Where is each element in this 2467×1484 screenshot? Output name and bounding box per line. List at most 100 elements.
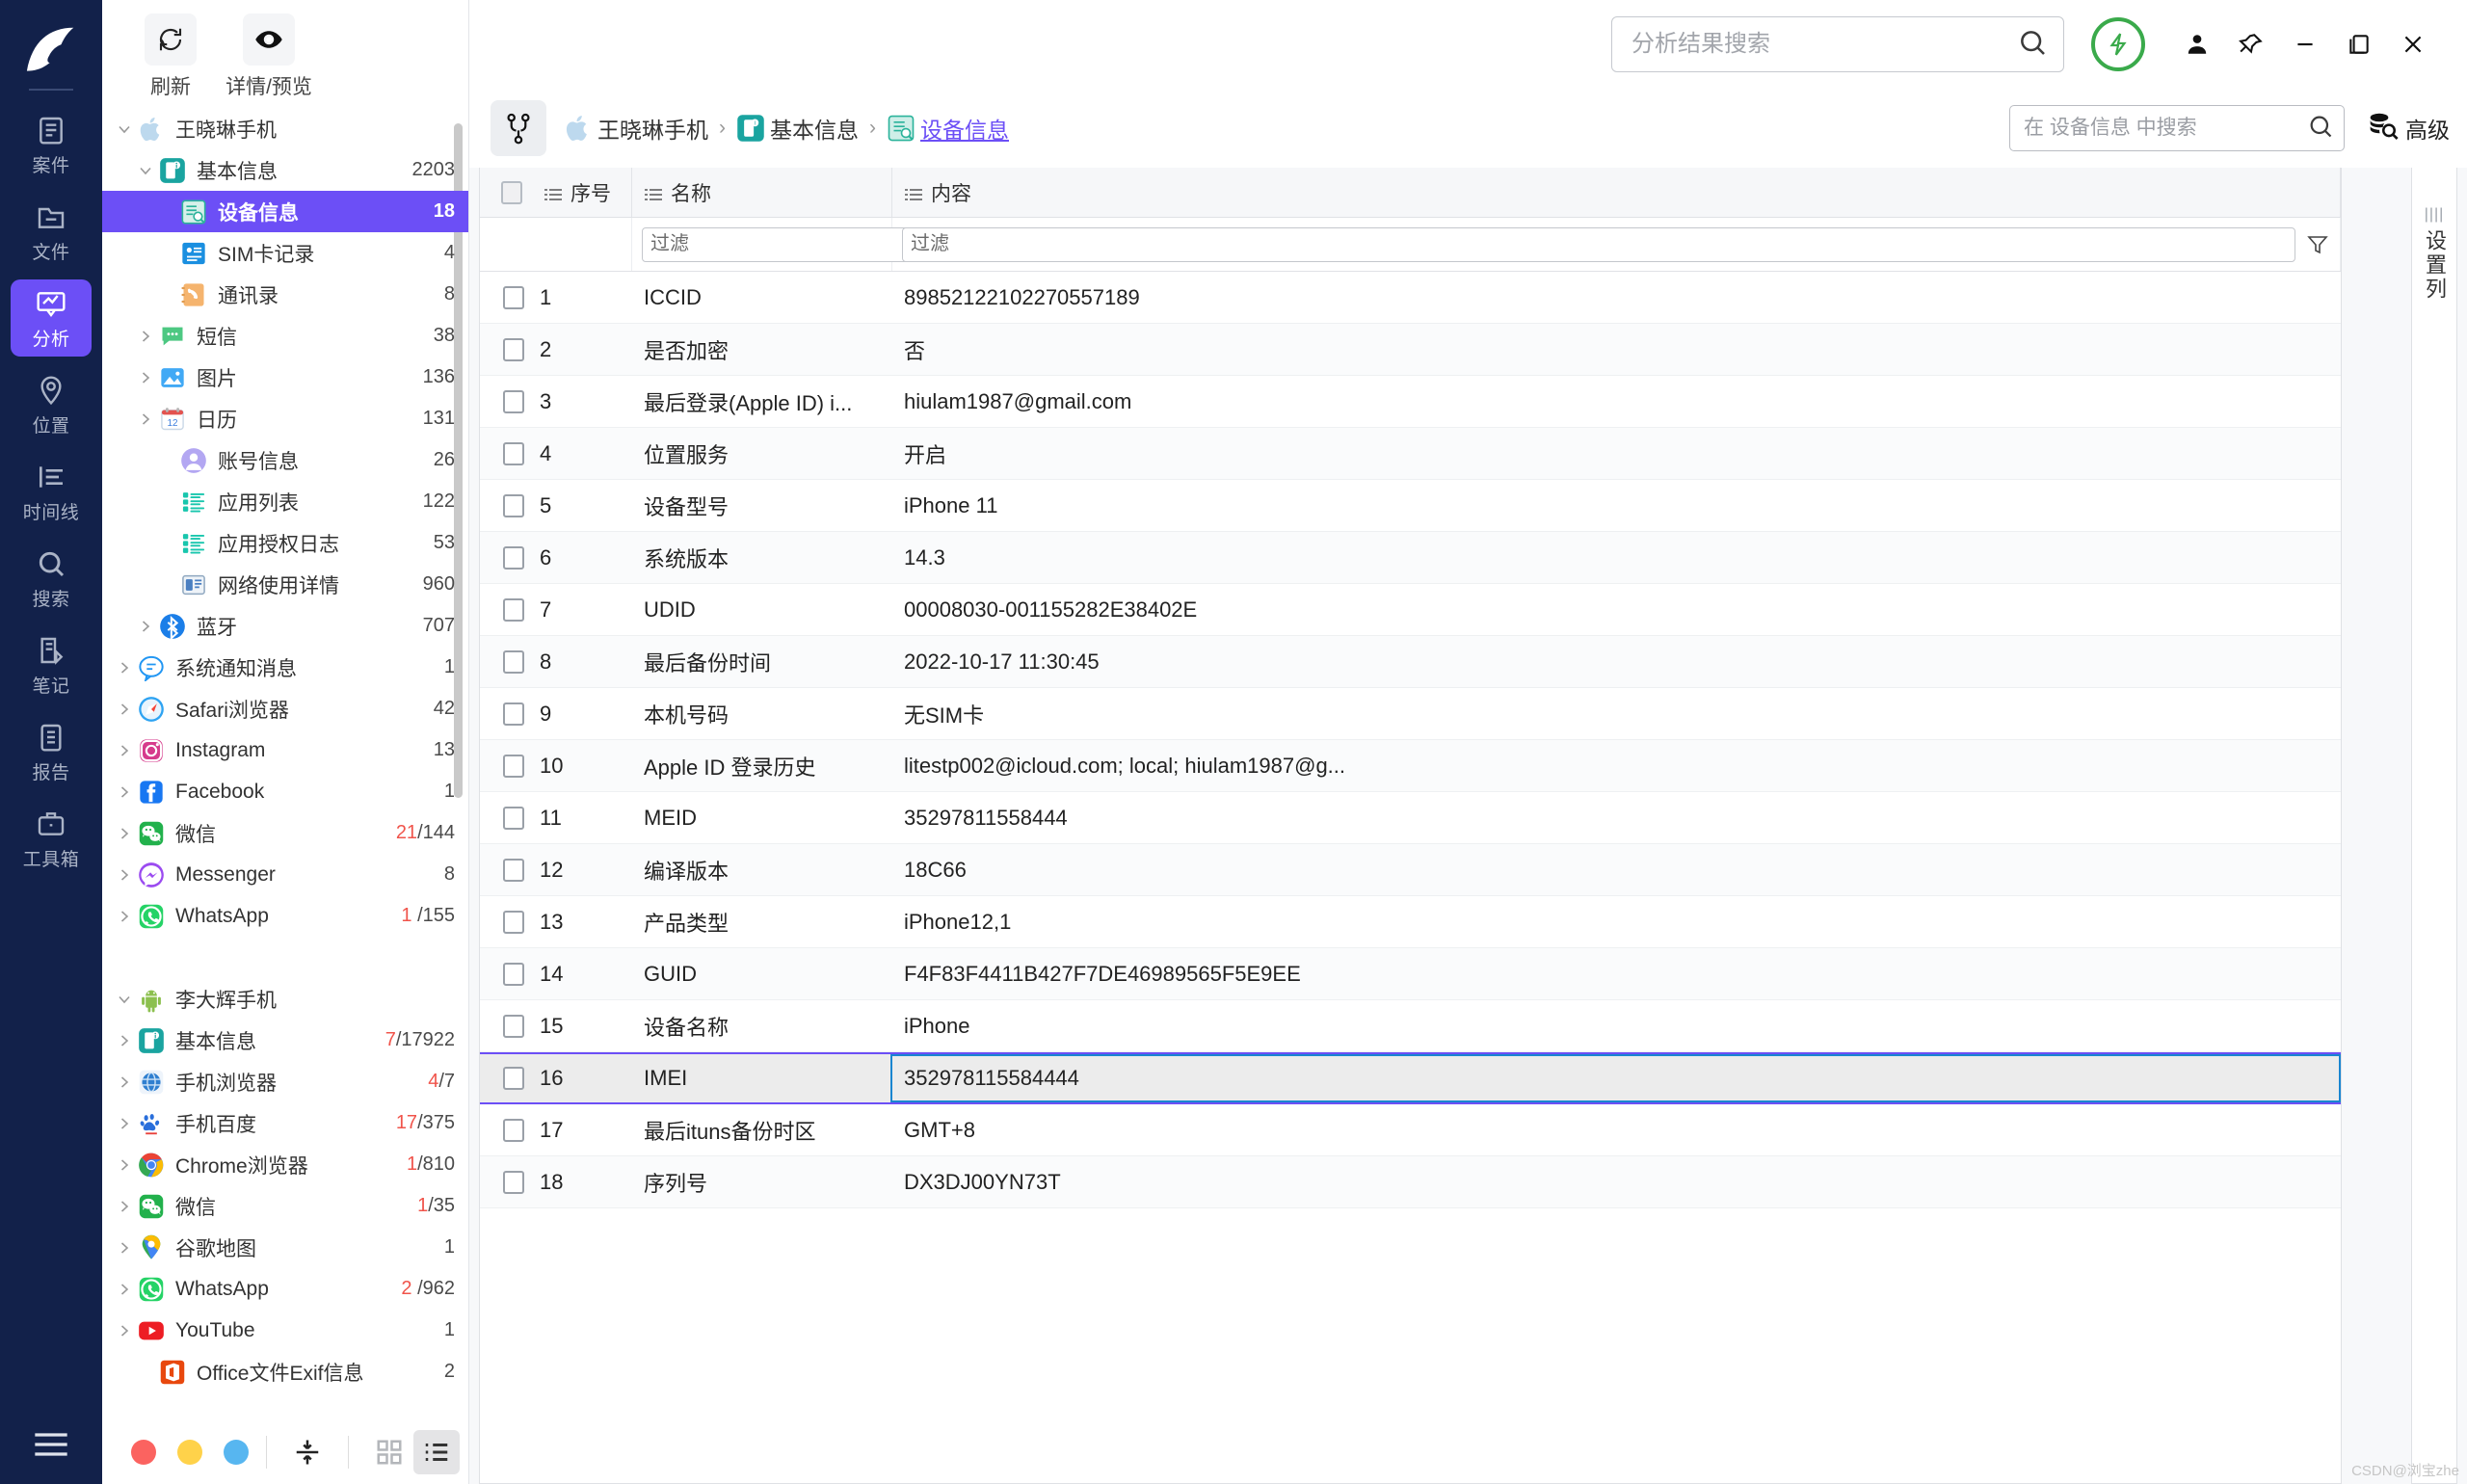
tree-item[interactable]: 谷歌地图1 (102, 1227, 468, 1268)
license-status-badge[interactable] (2091, 17, 2145, 71)
chevron-right-icon[interactable] (133, 619, 158, 634)
breadcrumb-item-0[interactable]: 王晓琳手机 (564, 112, 708, 145)
tree-item[interactable]: Safari浏览器42 (102, 688, 468, 729)
chevron-right-icon[interactable] (112, 1323, 137, 1338)
tree-item[interactable]: Instagram13 (102, 729, 468, 771)
tree-item[interactable]: 王晓琳手机 (102, 108, 468, 149)
chevron-right-icon[interactable] (112, 1199, 137, 1214)
row-value[interactable]: 开启 (892, 438, 2341, 469)
column-header-seq[interactable]: 序号 (532, 168, 632, 217)
tree-item[interactable]: 微信1/35 (102, 1185, 468, 1227)
chevron-down-icon[interactable] (112, 992, 137, 1007)
row-value[interactable]: 18C66 (892, 858, 2341, 883)
preview-button[interactable]: 详情/预览 (216, 13, 322, 100)
chevron-right-icon[interactable] (112, 1240, 137, 1256)
tree-item[interactable]: WhatsApp1 /155 (102, 895, 468, 937)
user-account-button[interactable] (2170, 17, 2224, 71)
row-checkbox[interactable] (503, 650, 524, 674)
row-checkbox[interactable] (503, 1015, 524, 1038)
global-search-box[interactable] (1611, 16, 2064, 72)
column-menu-icon[interactable] (904, 185, 923, 200)
column-menu-icon[interactable] (644, 185, 663, 200)
chevron-right-icon[interactable] (112, 702, 137, 717)
minimize-button[interactable] (2278, 17, 2332, 71)
chevron-right-icon[interactable] (112, 784, 137, 800)
breadcrumb-item-2[interactable]: 设备信息 (887, 112, 1009, 145)
sidebar-item-case[interactable]: 案件 (11, 106, 92, 183)
table-row[interactable]: 4位置服务开启 (480, 428, 2341, 480)
tree-item[interactable]: Facebook1 (102, 771, 468, 812)
search-icon[interactable] (2307, 113, 2334, 145)
chevron-right-icon[interactable] (112, 1033, 137, 1048)
table-row[interactable]: 16IMEI352978115584444 (480, 1052, 2341, 1104)
sidebar-item-notes[interactable]: 笔记 (11, 626, 92, 703)
chevron-down-icon[interactable] (112, 121, 137, 137)
tree-item[interactable]: 手机浏览器4/7 (102, 1061, 468, 1102)
tree-item[interactable]: 基本信息2203 (102, 149, 468, 191)
row-value[interactable]: DX3DJ00YN73T (892, 1170, 2341, 1195)
row-checkbox[interactable] (503, 1067, 524, 1090)
chevron-right-icon[interactable] (112, 660, 137, 676)
sidebar-item-report[interactable]: 报告 (11, 713, 92, 790)
table-row[interactable]: 6系统版本14.3 (480, 532, 2341, 584)
filter-input-value[interactable] (902, 227, 2295, 262)
table-row[interactable]: 3最后登录(Apple ID) i...hiulam1987@gmail.com (480, 376, 2341, 428)
table-row[interactable]: 9本机号码无SIM卡 (480, 688, 2341, 740)
tree-item[interactable]: YouTube1 (102, 1310, 468, 1351)
row-value[interactable]: litestp002@icloud.com; local; hiulam1987… (892, 754, 2341, 779)
tree-item[interactable]: 账号信息26 (102, 439, 468, 481)
refresh-button[interactable]: 刷新 (133, 13, 208, 100)
device-tree[interactable]: 王晓琳手机基本信息2203设备信息18SIM卡记录4通讯录8短信38图片1361… (102, 106, 468, 1420)
tree-item[interactable]: 应用授权日志53 (102, 522, 468, 564)
grid-view-icon[interactable] (366, 1430, 412, 1474)
tree-item[interactable]: 基本信息7/17922 (102, 1020, 468, 1061)
tree-item[interactable]: Chrome浏览器1/810 (102, 1144, 468, 1185)
row-checkbox[interactable] (503, 546, 524, 570)
column-settings-panel[interactable]: |||| 设置列 (2411, 168, 2457, 1484)
select-all-checkbox[interactable] (501, 181, 522, 204)
table-row[interactable]: 5设备型号iPhone 11 (480, 480, 2341, 532)
row-value[interactable]: 无SIM卡 (892, 699, 2341, 729)
advanced-search-button[interactable]: 高级 (2368, 111, 2450, 146)
row-value[interactable]: iPhone 11 (892, 493, 2341, 518)
table-row[interactable]: 12编译版本18C66 (480, 844, 2341, 896)
sidebar-item-toolbox[interactable]: 工具箱 (11, 800, 92, 877)
table-row[interactable]: 7UDID00008030-001155282E38402E (480, 584, 2341, 636)
filter-input-name[interactable] (642, 227, 915, 262)
close-button[interactable] (2386, 17, 2440, 71)
tree-item[interactable]: 12日历131 (102, 398, 468, 439)
chevron-right-icon[interactable] (112, 826, 137, 841)
chevron-right-icon[interactable] (133, 370, 158, 385)
table-row[interactable]: 15设备名称iPhone (480, 1000, 2341, 1052)
chevron-right-icon[interactable] (112, 1116, 137, 1131)
row-value[interactable]: 00008030-001155282E38402E (892, 597, 2341, 623)
row-value[interactable]: iPhone12,1 (892, 910, 2341, 935)
sidebar-item-timeline[interactable]: 时间线 (11, 453, 92, 530)
table-row[interactable]: 13产品类型iPhone12,1 (480, 896, 2341, 948)
row-value[interactable]: GMT+8 (892, 1118, 2341, 1143)
row-checkbox[interactable] (503, 963, 524, 986)
row-value[interactable]: 否 (892, 334, 2341, 365)
row-checkbox[interactable] (503, 598, 524, 622)
row-value[interactable]: iPhone (892, 1014, 2341, 1039)
row-value[interactable]: 352978115584444 (890, 1054, 2341, 1102)
row-checkbox[interactable] (503, 390, 524, 413)
table-row[interactable]: 14GUIDF4F83F4411B427F7DE46989565F5E9EE (480, 948, 2341, 1000)
sidebar-item-location[interactable]: 位置 (11, 366, 92, 443)
tree-item[interactable]: 手机百度17/375 (102, 1102, 468, 1144)
list-view-icon[interactable] (413, 1430, 460, 1474)
table-row[interactable]: 8最后备份时间2022-10-17 11:30:45 (480, 636, 2341, 688)
table-row[interactable]: 17最后ituns备份时区GMT+8 (480, 1104, 2341, 1156)
tree-item[interactable]: 短信38 (102, 315, 468, 357)
row-checkbox[interactable] (503, 442, 524, 465)
tree-item[interactable]: 蓝牙707 (102, 605, 468, 647)
table-row[interactable]: 1ICCID89852122102270557189 (480, 272, 2341, 324)
column-menu-icon[interactable] (544, 185, 563, 200)
tree-item[interactable]: SIM卡记录4 (102, 232, 468, 274)
rail-menu-button[interactable] (0, 1430, 102, 1459)
tree-item[interactable]: 微信21/144 (102, 812, 468, 854)
table-search-box[interactable] (2009, 105, 2345, 151)
column-header-value[interactable]: 内容 (892, 168, 2341, 217)
tree-item[interactable]: Office文件Exif信息2 (102, 1351, 468, 1392)
chevron-right-icon[interactable] (133, 411, 158, 427)
